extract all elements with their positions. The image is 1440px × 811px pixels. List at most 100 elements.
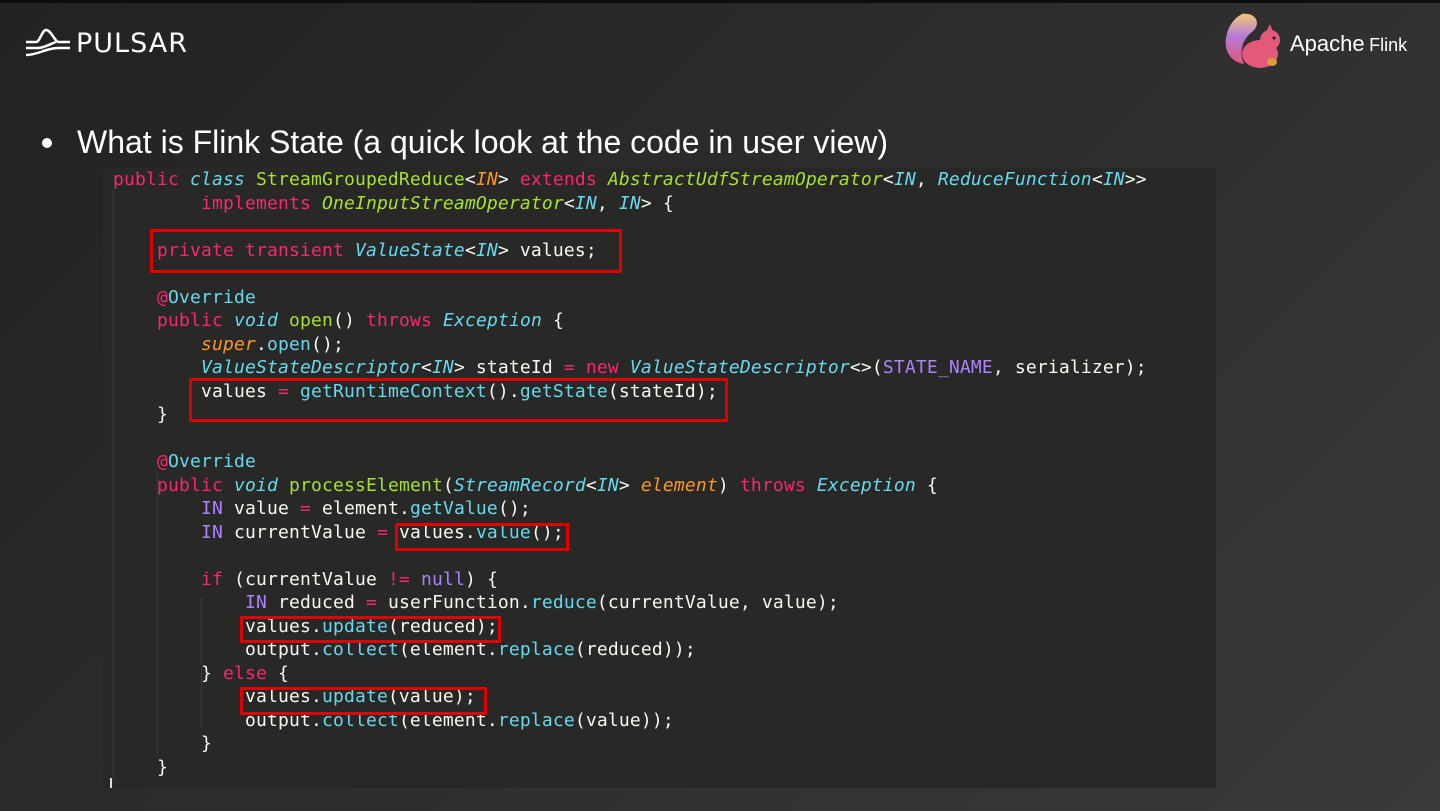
code-line: public void open() throws Exception { (113, 309, 1147, 333)
code-token: != (387, 568, 421, 590)
flink-logo-flink: Flink (1369, 35, 1408, 55)
code-token: userFunction. (387, 592, 531, 613)
code-token: { (541, 310, 564, 331)
code-token: ( (442, 474, 454, 496)
flink-logo-apache: Apache (1290, 31, 1365, 56)
flink-squirrel-icon (1225, 13, 1280, 68)
code-token: value (222, 498, 300, 519)
code-token: element. (321, 498, 410, 519)
code-token: implements (200, 192, 322, 214)
code-token: extends (519, 169, 608, 190)
flink-logo: Apache Flink (1222, 10, 1407, 72)
code-token: < (464, 169, 476, 190)
code-line: } (113, 756, 1147, 780)
code-line: if (currentValue != null) { (113, 568, 1147, 592)
code-token: ReduceFunction (937, 169, 1092, 190)
text-cursor (110, 778, 112, 788)
top-border (0, 0, 1440, 3)
code-token: ValueStateDescriptor (629, 357, 850, 378)
highlight-box-value (395, 523, 569, 551)
code-token: <>( (849, 357, 883, 378)
code-token: throws (739, 474, 817, 496)
code-token: public (157, 474, 234, 496)
pulsar-logo: PULSAR (24, 26, 188, 60)
code-token: = (299, 498, 322, 519)
code-token: (currentValue, value); (596, 592, 839, 613)
code-token: getValue (409, 498, 498, 519)
code-token: else (222, 662, 278, 684)
code-token: > (618, 474, 641, 496)
pulsar-wave-icon (25, 28, 70, 57)
highlight-box-state-field (150, 229, 622, 273)
code-token: (value)); (574, 709, 674, 731)
code-token: Override (168, 451, 256, 472)
code-token: IN (893, 169, 916, 190)
code-token: Exception (816, 474, 916, 496)
code-line: super.open(); (113, 333, 1147, 357)
code-screenshot: public class StreamGroupedReduce<IN> ext… (103, 168, 1216, 788)
code-token: super (200, 333, 256, 355)
code-token: StreamGroupedReduce (255, 169, 465, 190)
code-line: } else { (113, 662, 1147, 686)
code-token: OneInputStreamOperator (321, 192, 564, 214)
code-line: @Override (113, 450, 1147, 474)
code-token: () (332, 310, 366, 331)
code-token: (); (497, 498, 531, 519)
code-token: class (189, 169, 256, 190)
code-token: (currentValue (233, 568, 388, 590)
code-line: ValueStateDescriptor<IN> stateId = new V… (113, 356, 1147, 380)
code-token: reduced (266, 592, 366, 613)
code-line: IN reduced = userFunction.reduce(current… (113, 591, 1147, 615)
code-token: currentValue (222, 521, 377, 543)
code-token: IN (244, 592, 267, 613)
code-token: > (497, 169, 520, 190)
code-token: IN (475, 169, 498, 190)
code-line: public void processElement(StreamRecord<… (113, 474, 1147, 498)
highlight-box-get-state (189, 378, 728, 422)
code-token: element (640, 474, 718, 496)
code-token: ) { (464, 568, 498, 590)
code-token: } (113, 733, 212, 754)
code-token: void (233, 474, 289, 496)
code-token: reduce (530, 592, 597, 613)
code-token: , (596, 192, 619, 214)
code-line: IN currentValue = values.value(); (113, 521, 1147, 545)
code-token: void (233, 310, 289, 331)
code-token: } (113, 662, 223, 684)
highlight-box-update-value (240, 687, 487, 715)
code-token: throws (365, 310, 443, 331)
code-token: . (255, 333, 267, 355)
code-token: ) (717, 474, 740, 496)
code-token: replace (497, 639, 575, 660)
code-token: { (277, 662, 289, 684)
code-token: IN (618, 192, 641, 214)
code-token: < (563, 192, 575, 214)
code-token: IN (200, 498, 223, 519)
code-token: (); (310, 333, 344, 355)
code-token: STATE_NAME (882, 357, 993, 378)
code-token: IN (200, 521, 223, 543)
code-token: AbstractUdfStreamOperator (607, 169, 883, 190)
code-line: } (113, 732, 1147, 756)
pulsar-logo-text: PULSAR (76, 27, 188, 59)
code-token: @ (157, 451, 168, 472)
code-token: { (915, 474, 938, 496)
bullet-dot-icon (42, 137, 52, 148)
code-token: > { (640, 192, 674, 214)
code-token: (reduced)); (574, 639, 696, 660)
code-token: replace (497, 709, 575, 731)
code-token: if (200, 568, 234, 590)
code-token: IN (574, 192, 597, 214)
code-token: > stateId (453, 357, 564, 378)
code-token: Override (168, 286, 256, 308)
code-token: , (915, 169, 938, 190)
